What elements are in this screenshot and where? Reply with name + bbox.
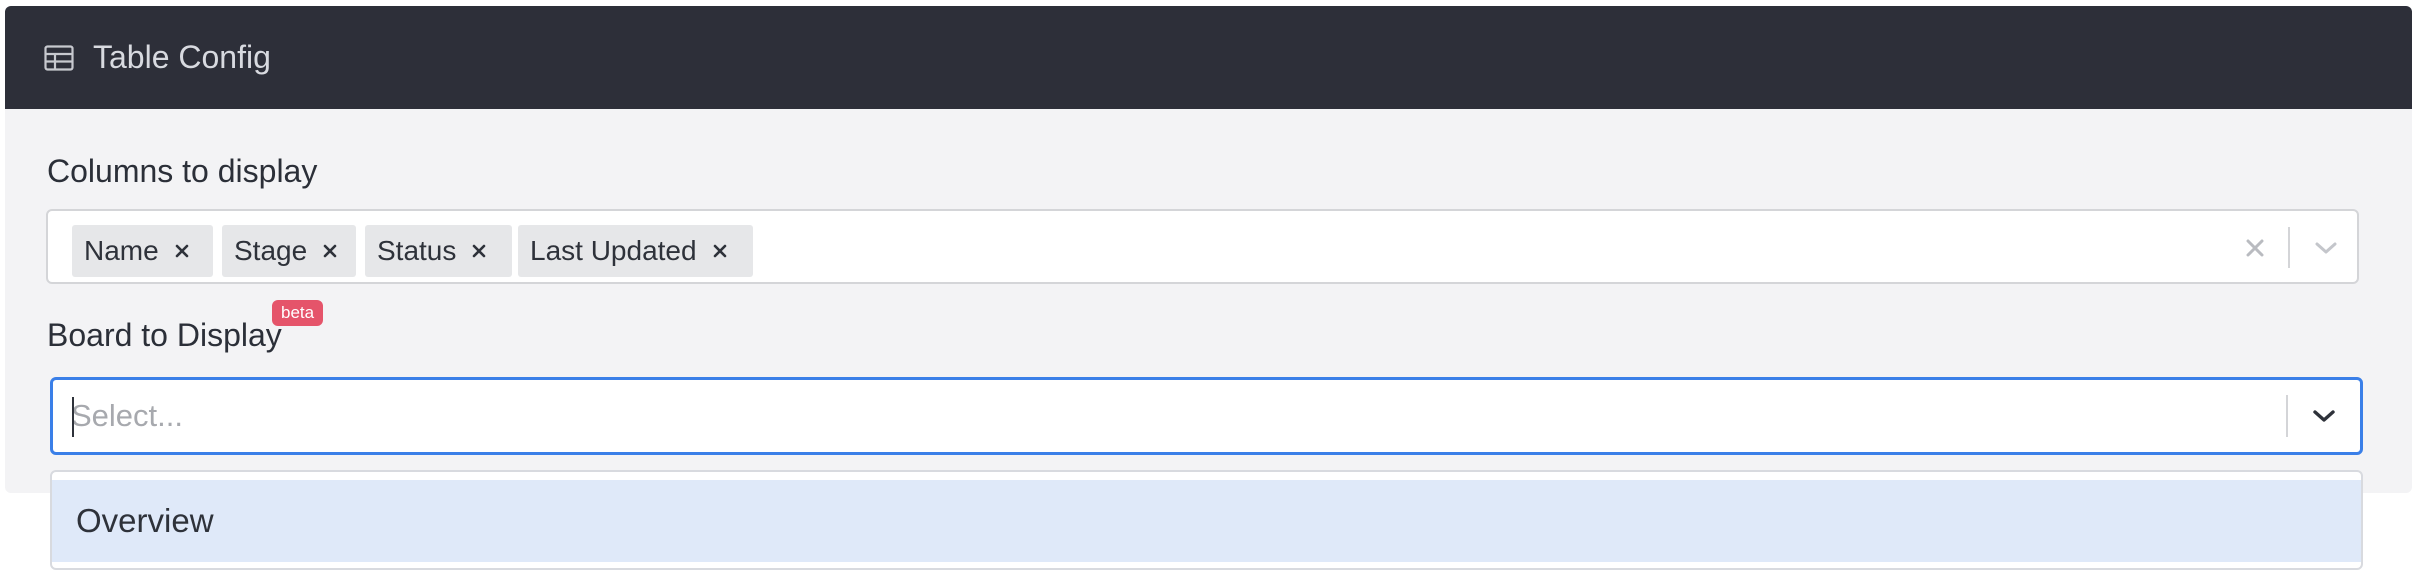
board-select-menu: Overview	[50, 470, 2363, 570]
chip-status: Status	[365, 225, 512, 277]
chevron-down-icon[interactable]	[2306, 398, 2342, 434]
beta-badge: beta	[272, 300, 324, 326]
remove-last-updated-icon[interactable]	[703, 225, 737, 277]
remove-status-icon[interactable]	[462, 225, 496, 277]
option-overview[interactable]: Overview	[52, 480, 2361, 562]
chip-label: Name	[84, 235, 159, 266]
board-select[interactable]	[50, 377, 2363, 455]
columns-multi-select[interactable]: Name Stage Status Last Updated	[46, 209, 2359, 284]
chip-label: Stage	[234, 235, 308, 266]
indicator-separator	[2288, 227, 2290, 268]
remove-name-icon[interactable]	[165, 225, 199, 277]
columns-label: Columns to display	[47, 153, 318, 189]
panel-title: Table Config	[93, 39, 271, 75]
clear-all-icon[interactable]	[2238, 231, 2272, 265]
chevron-down-icon[interactable]	[2308, 230, 2344, 266]
table-icon	[43, 44, 75, 72]
chip-last-updated: Last Updated	[518, 225, 753, 277]
chip-label: Last Updated	[530, 235, 697, 266]
chip-name: Name	[72, 225, 213, 277]
text-caret	[72, 397, 74, 437]
chip-label: Status	[377, 235, 457, 266]
chip-stage: Stage	[222, 225, 356, 277]
board-select-input[interactable]	[71, 394, 2251, 438]
indicator-separator	[2286, 395, 2288, 437]
board-label: Board to Display	[47, 317, 282, 353]
remove-stage-icon[interactable]	[313, 225, 347, 277]
panel-header: Table Config	[5, 6, 2412, 109]
